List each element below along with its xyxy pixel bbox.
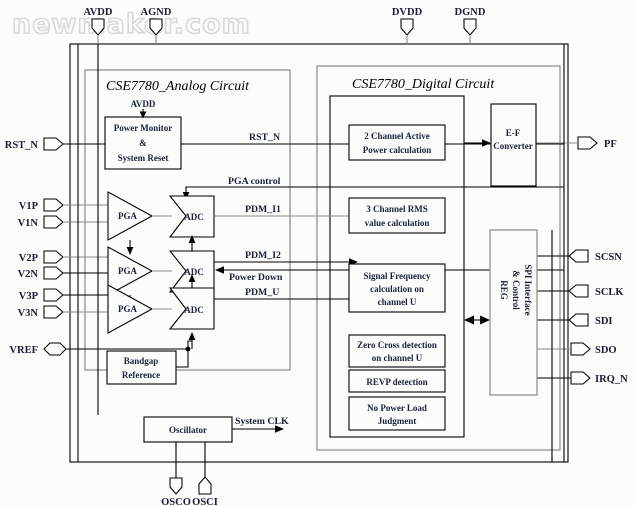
pga-2-label: PGA: [118, 266, 137, 276]
pga-1-label: PGA: [118, 211, 137, 221]
zero-cross-line-1: Zero Cross detection: [357, 340, 437, 350]
ef-converter-line-2: Converter: [493, 141, 532, 151]
bandgap-line-2: Reference: [122, 370, 160, 380]
pdm-i2-label: PDM_I2: [245, 250, 281, 261]
left-pin-v2n-label: V2N: [18, 269, 39, 280]
adc-3-label: ADC: [184, 305, 204, 315]
right-pin-sdi-label: SDI: [595, 316, 613, 327]
ef-converter-line-1: E-F: [506, 128, 521, 138]
right-pin-scsn-label: SCSN: [595, 252, 622, 263]
system-clk-label: System CLK: [235, 416, 289, 427]
revp-line-1: REVP detection: [366, 377, 427, 387]
no-power-load-line-2: Judgment: [378, 416, 417, 426]
power-monitor-line-1: Power Monitor: [114, 123, 173, 133]
top-pin-avdd-label: AVDD: [84, 7, 113, 18]
watermark-text: newmaker.com: [12, 9, 251, 40]
oscillator-label: Oscillator: [169, 425, 207, 435]
top-pin-agnd-label: AGND: [141, 7, 172, 18]
bottom-pin-osci-label: OSCI: [192, 497, 218, 506]
right-pin-irq-n-label: IRQ_N: [595, 374, 628, 385]
power-monitor-avdd-label: AVDD: [131, 99, 156, 109]
analog-circuit-title: CSE7780_Analog Circuit: [106, 79, 250, 94]
zero-cross-line-2: on channel U: [372, 353, 423, 363]
right-pin-pf-label: PF: [604, 139, 617, 150]
left-pin-v3n-label: V3N: [18, 308, 39, 319]
signal-frequency-line-1: Signal Frequency: [363, 271, 431, 281]
left-pin-v3p-label: V3P: [19, 291, 39, 302]
spi-line-3: REG: [499, 280, 509, 300]
digital-circuit-title: CSE7780_Digital Circuit: [352, 77, 495, 92]
rms-value-line-1: 3 Channel RMS: [366, 204, 428, 214]
pdm-u-label: PDM_U: [245, 287, 279, 298]
pga-3-label: PGA: [118, 304, 137, 314]
adc-1-label: ADC: [184, 212, 204, 222]
left-pin-vref-label: VREF: [9, 345, 38, 356]
rms-value-line-2: value calculation: [365, 218, 430, 228]
left-pin-rst-n-label: RST_N: [5, 140, 39, 151]
adc-2-label: ADC: [184, 267, 204, 277]
left-pin-v1n-label: V1N: [18, 218, 39, 229]
diagram-canvas: newmaker.com CSE7780_Analog Circuit CSE7…: [0, 0, 634, 506]
bandgap-line-1: Bandgap: [124, 356, 159, 366]
active-power-line-1: 2 Channel Active: [364, 131, 430, 141]
spi-line-1: SPI Interface: [523, 264, 533, 315]
power-down-label: Power Down: [229, 272, 283, 283]
right-pin-sclk-label: SCLK: [595, 287, 624, 298]
left-pin-v2p-label: V2P: [19, 253, 39, 264]
power-monitor-line-3: System Reset: [118, 153, 169, 163]
rst-n-signal-label: RST_N: [249, 132, 280, 143]
bottom-pin-osco-label: OSCO: [161, 497, 191, 506]
left-pin-v1p-label: V1P: [19, 201, 39, 212]
signal-frequency-line-3: channel U: [378, 297, 417, 307]
signal-frequency-line-2: calculation on: [370, 284, 424, 294]
no-power-load-line-1: No Power Load: [367, 403, 427, 413]
power-monitor-line-2: &: [139, 138, 147, 148]
top-pin-dgnd-label: DGND: [455, 7, 486, 18]
top-pin-dvdd-label: DVDD: [392, 7, 423, 18]
pga-control-label: PGA control: [228, 176, 281, 187]
active-power-line-2: Power calculation: [363, 145, 432, 155]
spi-line-2: & Control: [511, 270, 521, 310]
pdm-i1-label: PDM_I1: [245, 204, 281, 215]
right-pin-sdo-label: SDO: [595, 345, 617, 356]
